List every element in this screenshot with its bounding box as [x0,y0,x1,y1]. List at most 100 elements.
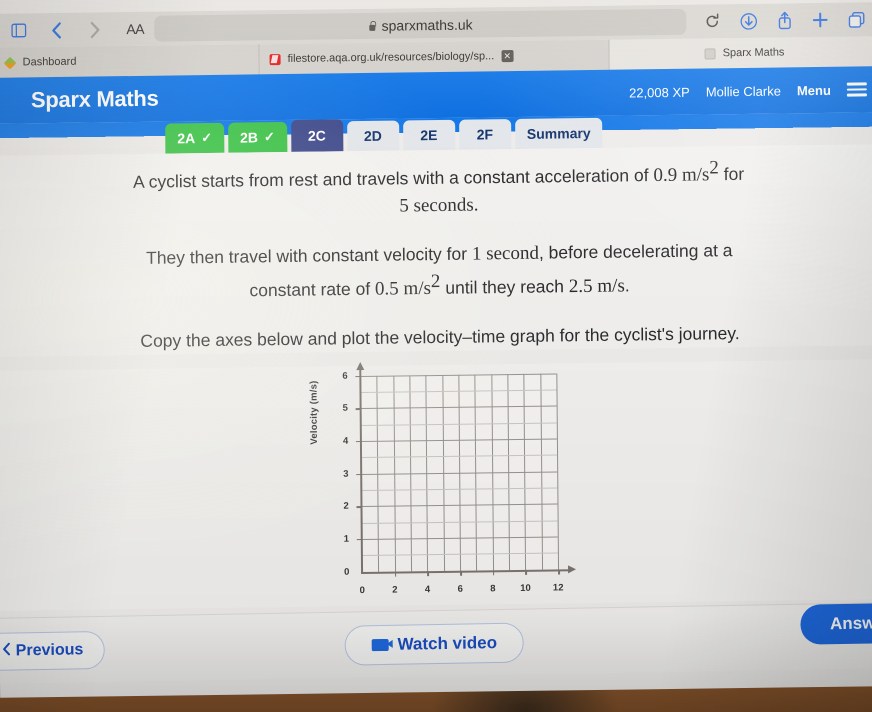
x-axis-tick-label: 2 [392,584,398,596]
axis-ticks: 0 1 2 3 4 5 6 0 2 4 6 8 10 12 [314,363,566,595]
q1-value-acceleration: 0.9 m/s [653,164,710,187]
q2-text-c: constant rate of [249,278,376,301]
y-axis-tick-mark [355,408,361,410]
tab-label: Summary [526,125,591,142]
q1-sup: 2 [709,157,719,179]
watch-video-button[interactable]: Watch video [344,622,525,666]
check-icon: ✓ [201,129,213,146]
lock-icon [368,20,377,31]
x-axis-tick-label: 10 [520,582,531,594]
q2-value-final-velocity: 2.5 m/s [568,275,625,297]
menu-label[interactable]: Menu [797,82,831,97]
aqa-favicon [269,53,281,65]
tab-2e[interactable]: 2E [402,119,456,151]
tablet-screen: 17% AA sparxmaths.uk [0,0,872,698]
y-axis-tick-mark [356,506,362,508]
url-bar[interactable]: sparxmaths.uk [153,8,687,42]
x-axis-tick-label: 0 [359,584,365,596]
q2-text-d: until they reach [440,275,569,298]
x-axis-tick-label: 12 [552,582,564,594]
x-axis-arrow [568,565,577,574]
url-text: sparxmaths.uk [381,16,473,34]
new-tab-icon[interactable] [808,8,832,32]
question-body: A cyclist starts from rest and travels w… [0,144,872,357]
tab-summary[interactable]: Summary [514,117,603,149]
q2-sup: 2 [430,270,441,292]
tab-2d[interactable]: 2D [346,120,400,152]
browser-tab-label: filestore.aqa.org.uk/resources/biology/s… [287,50,495,65]
xp-badge: 22,008 XP [629,84,690,100]
check-icon: ✓ [263,129,275,145]
x-axis-tick-mark [525,569,527,575]
browser-tab-dashboard[interactable]: Dashboard [0,44,260,78]
x-axis-tick-mark [394,571,397,577]
browser-tab-sparx-maths[interactable]: Sparx Maths [609,36,872,70]
tab-2f[interactable]: 2F [458,119,511,150]
y-axis-tick-mark [355,441,361,443]
tabs-icon[interactable] [844,7,868,31]
tab-2a[interactable]: 2A ✓ [165,122,225,154]
tab-label: 2B [240,129,259,146]
x-axis-tick-mark [427,570,429,576]
reload-icon[interactable] [700,9,724,33]
photo-of-tablet-screen: 17% AA sparxmaths.uk [0,0,872,712]
x-axis-tick-label: 8 [490,582,496,595]
q1-text-b: for [718,163,745,185]
app-brand: Sparx Maths [30,85,159,113]
q2-value-duration: 1 second [471,242,539,265]
x-axis-tick-mark [460,570,462,576]
sparx-favicon [704,47,716,60]
text-size-button[interactable]: AA [120,21,144,37]
close-icon[interactable]: ✕ [501,50,514,63]
q2-text-a: They then travel with constant velocity … [145,243,472,268]
y-axis-tick-mark [356,473,362,476]
answer-label: Answer [829,612,872,633]
video-camera-icon [371,638,389,651]
tab-2b[interactable]: 2B ✓ [227,121,288,153]
x-axis-tick-label: 6 [457,583,463,595]
tab-2c[interactable]: 2C [290,119,344,152]
tab-label: 2A [177,130,196,147]
browser-tab-aqa[interactable]: filestore.aqa.org.uk/resources/biology/s… [259,39,610,75]
share-icon[interactable] [772,8,796,32]
q2-text-b: , before decelerating at a [538,239,733,263]
sidebar-icon[interactable] [6,18,30,42]
tab-label: 2D [363,127,382,144]
previous-label: Previous [15,640,84,659]
browser-tab-label: Dashboard [22,55,77,69]
x-axis-tick-label: 4 [424,583,431,595]
text-size-label: AA [126,20,145,38]
answer-button[interactable]: Answer [799,602,872,645]
forward-icon [82,17,106,41]
y-axis-tick-mark [356,539,362,541]
q2-value-deceleration: 0.5 m/s [374,277,432,300]
tab-label: 2E [420,127,438,144]
x-axis-tick-mark [492,569,495,575]
chevron-left-icon [3,642,11,660]
plot-area[interactable] [360,373,560,572]
q1-text-a: A cyclist starts from rest and travels w… [132,165,654,192]
velocity-time-axes: Velocity (m/s) 0 1 2 3 4 5 6 0 2 4 6 8 10 12 [308,361,577,602]
question-paragraph-3: Copy the axes below and plot the velocit… [140,322,740,351]
q1-text-c: 5 seconds. [399,194,479,217]
tab-label: 2F [476,126,494,143]
tab-label: 2C [307,127,326,144]
location-icon [808,0,818,2]
question-paragraph-2: They then travel with constant velocity … [36,236,842,307]
download-icon[interactable] [736,9,760,33]
dashboard-favicon [3,56,17,69]
question-paragraph-1: A cyclist starts from rest and travels w… [35,153,841,224]
y-axis-label: Velocity (m/s) [308,380,320,445]
y-axis-arrow [355,361,364,370]
watch-video-label: Watch video [397,632,498,654]
previous-button[interactable]: Previous [0,630,105,671]
wifi-icon [791,0,803,2]
back-icon[interactable] [44,18,68,42]
hamburger-icon[interactable] [846,82,867,97]
bottom-action-bar: Previous Watch video Answer [0,602,872,684]
y-axis-tick-mark [355,375,361,378]
browser-tab-label: Sparx Maths [722,46,785,60]
q2-text-e: . [624,275,630,296]
x-axis-tick-mark [558,569,560,575]
graph-area: Velocity (m/s) 0 1 2 3 4 5 6 0 2 4 6 8 10 12 [0,358,872,611]
